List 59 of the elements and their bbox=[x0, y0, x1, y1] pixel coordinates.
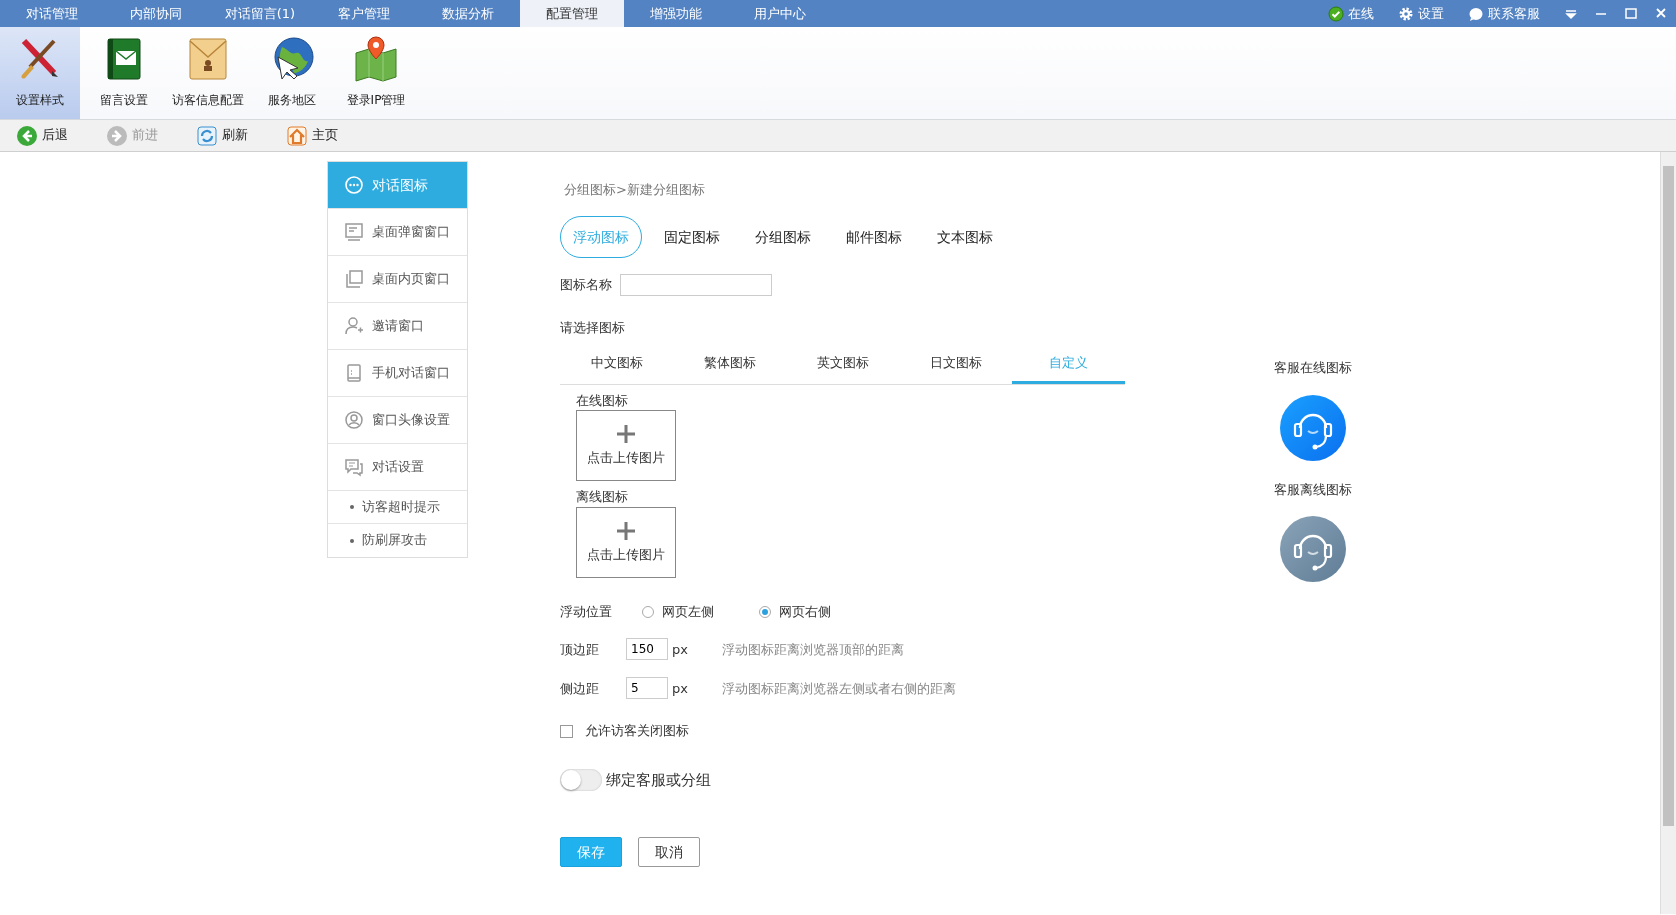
upload-label: 离线图标 bbox=[576, 488, 629, 507]
sidebar-item[interactable]: 窗口头像设置 bbox=[328, 397, 467, 444]
status-link[interactable]: 设置 bbox=[1418, 3, 1444, 24]
menu-tab[interactable]: 对话管理 bbox=[0, 0, 104, 27]
sidebar-item[interactable]: 手机对话窗口 bbox=[328, 350, 467, 397]
sidebar-item[interactable]: 防刷屏攻击 bbox=[328, 524, 467, 557]
sidebar-item[interactable]: 邀请窗口 bbox=[328, 303, 467, 350]
number-field[interactable]: 5 bbox=[626, 677, 668, 700]
field-label: 浮动位置 bbox=[560, 602, 613, 621]
sidebar-item[interactable]: 桌面弹窗窗口 bbox=[328, 209, 467, 256]
preview-label: 客服在线图标 bbox=[1273, 359, 1353, 377]
cancel-button[interactable]: 取消 bbox=[638, 837, 700, 868]
icon-type-tab[interactable]: 分组图标 bbox=[742, 215, 824, 258]
icon-set-tab[interactable]: 英文图标 bbox=[786, 345, 899, 384]
field-label: 顶边距 bbox=[560, 640, 600, 659]
ribbon-button[interactable]: 服务地区 bbox=[252, 27, 332, 119]
menu-tab[interactable]: 配置管理 bbox=[520, 0, 624, 27]
icon-set-tab[interactable]: 繁体图标 bbox=[673, 345, 786, 384]
preview-label: 客服离线图标 bbox=[1273, 480, 1353, 499]
breadcrumb: 分组图标>新建分组图标 bbox=[564, 181, 706, 199]
menu-tab[interactable]: 内部协同 bbox=[104, 0, 208, 27]
menu-tab[interactable]: 对话留言(1) bbox=[208, 0, 312, 27]
icon-set-tab[interactable]: 日文图标 bbox=[899, 345, 1012, 384]
nav-link[interactable]: 后退 bbox=[42, 126, 68, 145]
menu-tab[interactable]: 数据分析 bbox=[416, 0, 520, 27]
upload-button[interactable]: 点击上传图片 bbox=[576, 410, 676, 482]
icon-type-tab[interactable]: 邮件图标 bbox=[833, 215, 915, 258]
radio-label[interactable]: 网页右侧 bbox=[779, 601, 831, 622]
status-link[interactable]: 联系客服 bbox=[1488, 3, 1540, 24]
status-link[interactable]: 在线 bbox=[1348, 3, 1374, 24]
nav-link: 前进 bbox=[132, 126, 158, 145]
field-label: 侧边距 bbox=[560, 679, 600, 698]
radio-label[interactable]: 网页左侧 bbox=[662, 601, 714, 622]
field-label: 图标名称 bbox=[560, 276, 612, 294]
sidebar-item[interactable]: 桌面内页窗口 bbox=[328, 256, 467, 303]
sidebar-item[interactable]: 访客超时提示 bbox=[328, 491, 467, 524]
sidebar-item[interactable]: 对话设置 bbox=[328, 444, 467, 491]
nav-link[interactable]: 主页 bbox=[312, 126, 338, 145]
upload-button[interactable]: 点击上传图片 bbox=[576, 506, 676, 578]
icon-type-tab[interactable]: 文本图标 bbox=[924, 215, 1006, 258]
unit-label: px bbox=[672, 640, 689, 659]
icon-set-tab[interactable]: 中文图标 bbox=[560, 345, 673, 384]
unit-label: px bbox=[672, 679, 689, 698]
ribbon-button[interactable]: 留言设置 bbox=[84, 27, 164, 119]
number-field[interactable]: 150 bbox=[626, 638, 668, 661]
menu-tab[interactable]: 增强功能 bbox=[624, 0, 728, 27]
checkbox-label[interactable]: 允许访客关闭图标 bbox=[585, 721, 689, 741]
section-label: 请选择图标 bbox=[560, 318, 626, 337]
ribbon-button[interactable]: 设置样式 bbox=[0, 27, 80, 119]
toggle-label: 绑定客服或分组 bbox=[606, 769, 711, 791]
menu-tab[interactable]: 用户中心 bbox=[728, 0, 832, 27]
upload-label: 在线图标 bbox=[576, 391, 629, 410]
nav-link[interactable]: 刷新 bbox=[222, 126, 248, 145]
menu-tab[interactable]: 客户管理 bbox=[312, 0, 416, 27]
hint-text: 浮动图标距离浏览器顶部的距离 bbox=[722, 640, 904, 659]
hint-text: 浮动图标距离浏览器左侧或者右侧的距离 bbox=[722, 679, 956, 698]
ribbon-button[interactable]: 访客信息配置 bbox=[168, 27, 248, 119]
ribbon-button[interactable]: 登录IP管理 bbox=[336, 27, 416, 119]
icon-type-tab[interactable]: 固定图标 bbox=[651, 215, 733, 258]
